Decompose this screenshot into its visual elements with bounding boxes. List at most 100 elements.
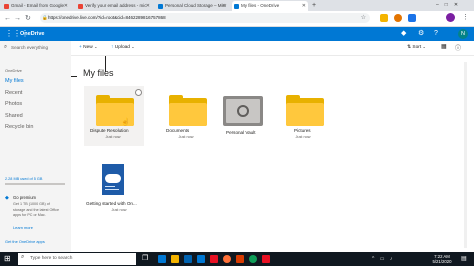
sort-icon: ⇅: [407, 45, 412, 50]
menu-dots-icon[interactable]: ⋮: [462, 13, 469, 21]
info-icon[interactable]: ⓘ: [455, 43, 461, 52]
onedrive-header: ⋮⋮⋮ OneDrive ◆ ⚙ ? N: [0, 27, 474, 41]
chevron-down-icon: ⌄: [131, 44, 135, 49]
sidebar-item-recent[interactable]: Recent: [5, 90, 22, 96]
minimize-icon[interactable]: –: [436, 2, 445, 8]
storage-text[interactable]: 2.28 MB used of 5 GB: [5, 177, 42, 181]
tab-title: Personal Cloud Storage – Micr: [165, 3, 227, 8]
extension-icon[interactable]: [408, 14, 416, 22]
app-icon[interactable]: [210, 255, 218, 263]
taskbar-search-box[interactable]: ⌕ Type here to search: [18, 253, 136, 265]
item-name[interactable]: Pictures: [294, 128, 358, 133]
app-icon[interactable]: [262, 255, 270, 263]
item-name[interactable]: Dispute Resolution: [90, 128, 154, 133]
close-icon[interactable]: ✕: [302, 1, 306, 11]
microsoft-icon: [158, 3, 163, 9]
close-icon[interactable]: ✕: [222, 1, 226, 11]
select-checkbox[interactable]: [135, 89, 142, 96]
upload-button[interactable]: ↑ Upload ⌄: [111, 44, 135, 50]
cursor-guide: [71, 76, 77, 77]
item-modified: Just now: [295, 135, 311, 139]
folder-tile[interactable]: Documents Just now: [157, 86, 215, 158]
new-label: New: [83, 45, 93, 50]
file-tile[interactable]: Getting started with On... Just now: [84, 160, 148, 232]
help-icon[interactable]: ?: [434, 28, 438, 40]
plus-icon[interactable]: +: [312, 0, 316, 11]
notification-icon[interactable]: ▤: [461, 254, 467, 264]
star-icon[interactable]: ☆: [361, 13, 366, 23]
browser-tab-strip: Gmail - Email from Google ✕ Verify your …: [0, 0, 474, 11]
premium-diamond-icon: ◆: [5, 195, 9, 201]
scrollbar[interactable]: [464, 62, 467, 248]
edge-icon[interactable]: [158, 255, 166, 263]
close-icon[interactable]: ✕: [64, 1, 68, 11]
folder-tile[interactable]: Pictures Just now: [274, 86, 332, 158]
view-options-icon[interactable]: ▦: [441, 43, 447, 50]
clock[interactable]: 7:22 AM 5/21/2020: [428, 254, 456, 265]
app-name[interactable]: OneDrive: [20, 27, 44, 41]
maximize-icon[interactable]: □: [445, 2, 454, 8]
vault-icon: [223, 96, 263, 126]
office-icon[interactable]: [236, 255, 244, 263]
search-icon: ⌕: [4, 44, 8, 50]
gmail-icon: [4, 3, 9, 9]
upload-arrow-icon: ↑: [111, 45, 114, 50]
reload-icon[interactable]: ↻: [25, 14, 31, 23]
premium-title: Go premium: [13, 195, 37, 200]
tab-my-files[interactable]: My files - OneDrive ✕: [232, 1, 308, 11]
sort-button[interactable]: ⇅ Sort ⌄: [407, 44, 426, 50]
settings-gear-icon[interactable]: ⚙: [418, 28, 424, 40]
vault-tile[interactable]: Personal Vault: [214, 86, 272, 158]
premium-diamond-icon[interactable]: ◆: [401, 28, 406, 40]
chrome-icon[interactable]: [249, 255, 257, 263]
profile-avatar[interactable]: [446, 13, 455, 22]
command-bar: + New ⌄ ↑ Upload ⌄ ⇅ Sort ⌄ ▦ ⓘ: [71, 41, 474, 56]
files-view: My files ☝ Dispute Resolution Just now D…: [71, 56, 474, 252]
window-controls[interactable]: –□✕: [436, 0, 464, 11]
sidebar-item-my-files[interactable]: My files: [5, 78, 24, 84]
tab-gmail[interactable]: Gmail - Email from Google ✕: [2, 1, 70, 11]
close-window-icon[interactable]: ✕: [454, 2, 464, 8]
close-icon[interactable]: ✕: [146, 1, 150, 11]
sidebar-owner: OneDrive: [5, 68, 22, 73]
sidebar-item-photos[interactable]: Photos: [5, 101, 22, 107]
store-icon[interactable]: [184, 255, 192, 263]
item-modified: Just now: [111, 208, 127, 212]
back-arrow-icon[interactable]: ←: [4, 14, 11, 23]
item-name[interactable]: Getting started with On...: [86, 201, 150, 206]
learn-more-link[interactable]: Learn more: [13, 225, 33, 230]
extension-icon[interactable]: [394, 14, 402, 22]
left-navigation: ⌕ Search everything OneDrive My files Re…: [0, 41, 71, 252]
task-view-icon[interactable]: ❐: [142, 254, 148, 262]
sidebar-item-shared[interactable]: Shared: [5, 113, 23, 119]
windows-start-icon[interactable]: ⊞: [4, 254, 11, 264]
onedrive-icon: [234, 3, 239, 9]
pdf-thumbnail: [102, 164, 124, 195]
taskbar-search-placeholder: Type here to search: [30, 255, 73, 261]
extension-icon[interactable]: [380, 14, 388, 22]
forward-arrow-icon[interactable]: →: [14, 14, 21, 23]
plus-icon: +: [79, 45, 82, 50]
search-placeholder: Search everything: [11, 45, 49, 50]
get-apps-link[interactable]: Get the OneDrive apps: [5, 239, 45, 244]
search-box[interactable]: ⌕ Search everything: [4, 44, 68, 54]
url-input[interactable]: 🔒 https://onedrive.live.com/?id=root&cid…: [40, 13, 370, 23]
file-explorer-icon[interactable]: [171, 255, 179, 263]
user-avatar[interactable]: N: [458, 29, 468, 39]
firefox-icon[interactable]: [223, 255, 231, 263]
clock-date: 5/21/2020: [432, 259, 452, 264]
clock-time: 7:22 AM: [434, 253, 450, 259]
sort-label: Sort: [412, 45, 422, 50]
system-tray-icons[interactable]: ^ ▭ ♪: [372, 254, 394, 264]
tab-title: My files - OneDrive: [241, 3, 280, 8]
tab-verify-email[interactable]: Verify your email address - mic ✕: [76, 1, 152, 11]
tab-personal-cloud[interactable]: Personal Cloud Storage – Micr ✕: [156, 1, 228, 11]
new-button[interactable]: + New ⌄: [79, 44, 97, 50]
premium-text: Get 1 TB (1000 GB) of storage and the la…: [13, 202, 60, 218]
mail-icon[interactable]: [197, 255, 205, 263]
item-modified: Just now: [178, 135, 194, 139]
tab-title: Gmail - Email from Google: [11, 3, 65, 8]
folder-tile[interactable]: ☝ Dispute Resolution Just now: [84, 86, 144, 146]
address-bar: ← → ↻ 🔒 https://onedrive.live.com/?id=ro…: [0, 11, 474, 27]
sidebar-item-recycle-bin[interactable]: Recycle bin: [5, 124, 33, 130]
